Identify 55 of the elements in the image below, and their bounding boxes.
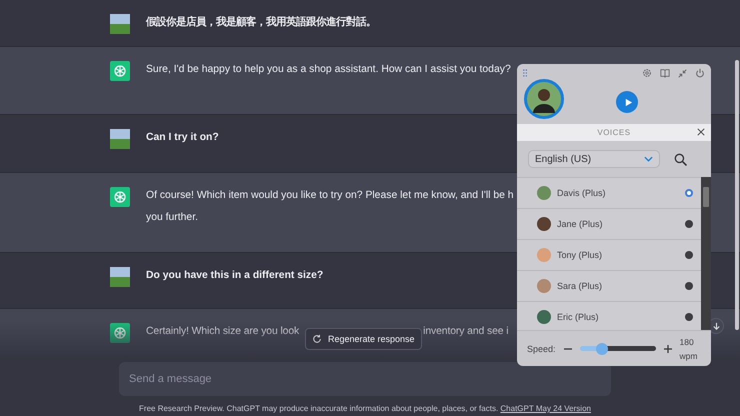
message-text: Do you have this in a different size? xyxy=(146,269,324,283)
play-icon xyxy=(624,98,632,106)
collapse-icon[interactable] xyxy=(678,68,687,78)
voice-item[interactable]: Davis (Plus) xyxy=(517,177,701,208)
message-text: inventory and see i xyxy=(423,325,508,339)
voice-name: Sara (Plus) xyxy=(557,281,604,291)
language-dropdown[interactable]: English (US) xyxy=(528,150,660,168)
plus-icon[interactable] xyxy=(662,344,673,354)
version-link[interactable]: ChatGPT May 24 Version xyxy=(500,404,591,413)
voice-item[interactable]: Tony (Plus) xyxy=(517,239,701,270)
panel-title: VOICES xyxy=(597,128,631,137)
user-avatar-icon xyxy=(110,129,130,149)
close-icon[interactable] xyxy=(697,128,705,136)
footer-disclaimer: Free Research Preview. ChatGPT may produce inaccurate information about people, places, or facts. ChatGPT May 24 Version xyxy=(139,404,591,413)
slider-thumb[interactable] xyxy=(596,342,608,354)
voice-name: Tony (Plus) xyxy=(557,250,604,260)
radio-button[interactable] xyxy=(685,220,693,228)
refresh-icon xyxy=(312,334,322,344)
book-icon[interactable] xyxy=(660,68,670,78)
radio-button[interactable] xyxy=(685,282,693,290)
settings-icon[interactable] xyxy=(642,68,652,78)
page-scrollbar[interactable] xyxy=(735,60,739,330)
regenerate-button[interactable]: Regenerate response xyxy=(305,328,422,350)
list-scrollbar[interactable] xyxy=(701,177,711,330)
message-text: Sure, I'd be happy to help you as a shop assistant. How can I assist you today? xyxy=(146,63,511,77)
voice-name: Eric (Plus) xyxy=(557,312,600,322)
play-button[interactable] xyxy=(616,91,638,113)
radio-button[interactable] xyxy=(685,251,693,259)
drag-handle-icon[interactable] xyxy=(523,69,528,77)
radio-button[interactable] xyxy=(685,189,693,197)
message-text: Certainly! Which size are you look xyxy=(146,325,300,339)
speed-unit: wpm xyxy=(680,350,698,362)
speed-label: Speed: xyxy=(527,344,556,354)
radio-button[interactable] xyxy=(685,313,693,321)
message-text: you further. xyxy=(146,211,199,225)
voice-name: Davis (Plus) xyxy=(557,188,607,198)
power-icon[interactable] xyxy=(695,68,705,78)
message-input[interactable]: Send a message xyxy=(119,362,611,396)
search-icon[interactable] xyxy=(674,152,687,166)
message-text: Of course! Which item would you like to try on? Please let me know, and I'll be h xyxy=(146,189,514,203)
user-avatar-icon xyxy=(110,14,130,34)
down-arrow-icon xyxy=(712,322,720,330)
voice-item[interactable]: Eric (Plus) xyxy=(517,301,701,330)
voice-name: Jane (Plus) xyxy=(557,219,604,229)
chatbot-logo-icon xyxy=(110,187,130,207)
avatar-silhouette xyxy=(524,79,564,119)
speed-value: 180 xyxy=(680,336,695,348)
chevron-down-icon xyxy=(644,156,653,162)
user-avatar-icon xyxy=(110,267,130,287)
voice-item[interactable]: Jane (Plus) xyxy=(517,208,701,239)
message-text: Can I try it on? xyxy=(146,131,219,145)
chatbot-logo-icon xyxy=(110,323,130,343)
chatbot-logo-icon xyxy=(110,61,130,81)
message-text: 假設你是店員，我是顧客，我用英語跟你進行對話。 xyxy=(146,16,376,30)
voice-item[interactable]: Sara (Plus) xyxy=(517,270,701,301)
